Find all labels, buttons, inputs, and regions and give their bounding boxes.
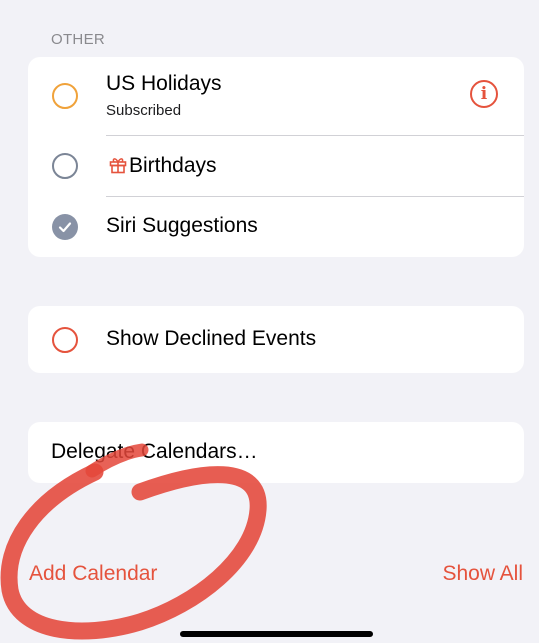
calendar-subtitle: Subscribed [106, 102, 182, 119]
checkmark-icon [58, 222, 72, 233]
declined-toggle-circle[interactable] [52, 327, 78, 353]
calendar-label: Birthdays [129, 154, 217, 177]
calendar-row-siri-suggestions[interactable]: Siri Suggestions [28, 197, 524, 257]
home-indicator [180, 631, 373, 637]
show-all-button[interactable]: Show All [442, 562, 523, 586]
calendar-toggle-checked[interactable] [52, 214, 78, 240]
calendars-screen: OTHER US Holidays Subscribed i Birthdays [0, 0, 539, 643]
section-header-other: OTHER [51, 31, 105, 48]
delegate-calendars-card[interactable]: Delegate Calendars… [28, 422, 524, 483]
calendar-row-birthdays[interactable]: Birthdays [28, 136, 524, 196]
declined-events-card[interactable]: Show Declined Events [28, 306, 524, 373]
calendar-toggle-circle[interactable] [52, 153, 78, 179]
add-calendar-button[interactable]: Add Calendar [29, 562, 157, 586]
delegate-calendars-label: Delegate Calendars… [51, 440, 258, 463]
other-calendars-card: US Holidays Subscribed i Birthdays Siri … [28, 57, 524, 257]
calendar-toggle-circle[interactable] [52, 83, 78, 109]
calendar-row-us-holidays[interactable]: US Holidays Subscribed i [28, 57, 524, 135]
calendar-label: Siri Suggestions [106, 214, 258, 237]
gift-icon [109, 158, 127, 174]
declined-events-label: Show Declined Events [106, 327, 317, 350]
info-icon[interactable]: i [470, 80, 498, 108]
calendar-label: US Holidays [106, 72, 222, 95]
